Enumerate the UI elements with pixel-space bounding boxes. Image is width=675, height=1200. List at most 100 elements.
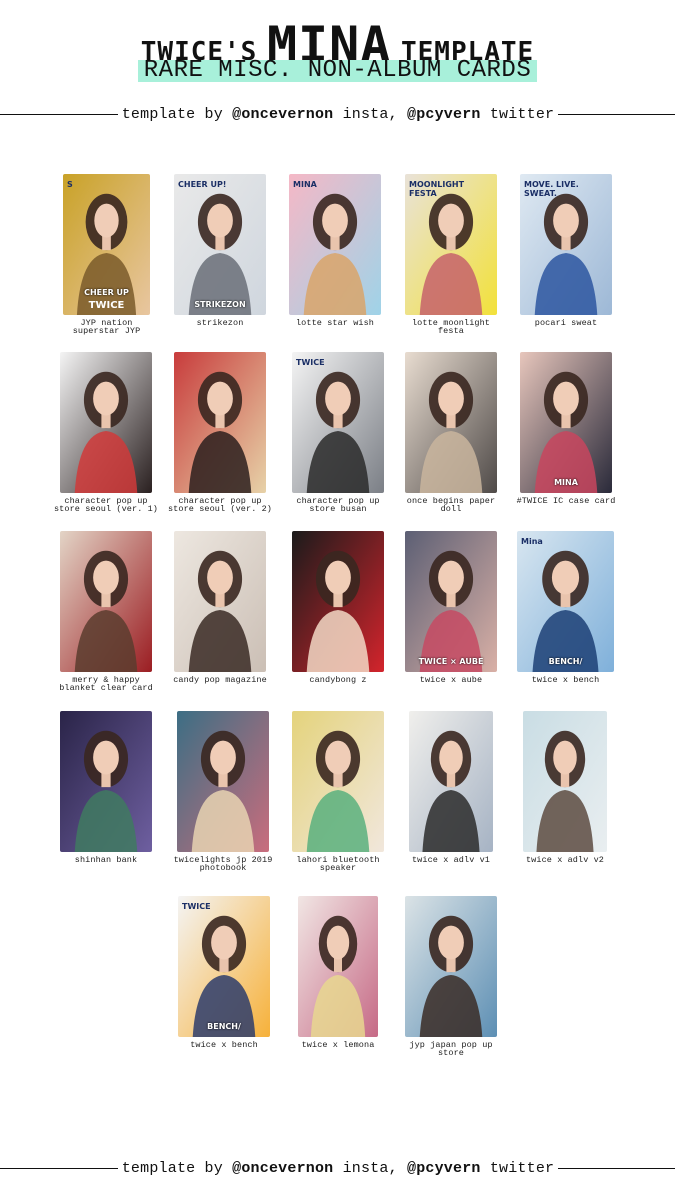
credit-line-bottom: template by @oncevernon insta, @pcyvern … <box>0 1159 675 1179</box>
credit-line-top: template by @oncevernon insta, @pcyvern … <box>0 105 675 125</box>
photocard-print-bottom: CHEER UP <box>84 288 129 297</box>
photocard: MOONLIGHT FESTA lotte moonlight festa <box>405 174 497 339</box>
photocard-caption: twice x bench <box>190 1040 258 1050</box>
photocard-caption: twice x adlv v2 <box>525 855 604 865</box>
photocard-image <box>292 531 384 672</box>
credit-handle-insta[interactable]: @oncevernon <box>232 1160 333 1177</box>
photocard: S CHEER UP TWICE JYP nation superstar JYP <box>63 174 150 339</box>
photocard-caption: shinhan bank <box>74 855 138 865</box>
photocard-image <box>60 352 152 493</box>
photocard-image: MOVE. LIVE. SWEAT. <box>520 174 612 315</box>
photocard: twicelights jp 2019 photobook <box>174 711 272 876</box>
subtitle-highlight: RARE MISC. NON-ALBUM CARDS <box>137 59 538 83</box>
credit-lead: template by <box>121 1160 233 1177</box>
photocard-print-top: Mina <box>521 537 543 546</box>
photocard-print-bottom: MINA <box>554 478 578 487</box>
credit-handle-twitter[interactable]: @pcyvern <box>407 106 481 123</box>
photocard: character pop up store seoul (ver. 2) <box>168 352 272 517</box>
photocard: once begins paper doll <box>405 352 497 517</box>
photocard-caption: #TWICE IC case card <box>516 496 616 506</box>
credit-tail: twitter <box>480 106 555 123</box>
photocard-image: TWICE <box>292 352 384 493</box>
photocard: TWICE × AUBE twice x aube <box>405 531 497 696</box>
photocard-caption: pocari sweat <box>534 318 598 328</box>
photocard-print-top: MOONLIGHT FESTA <box>409 180 465 198</box>
photocard-image: MOONLIGHT FESTA <box>405 174 497 315</box>
photocard-caption: merry & happy blanket clear card <box>59 675 153 693</box>
photocard: jyp japan pop up store <box>405 896 497 1061</box>
photocard-caption: candy pop magazine <box>173 675 267 685</box>
credit-handle-twitter[interactable]: @pcyvern <box>407 1160 481 1177</box>
photocard-caption: jyp japan pop up store <box>409 1040 493 1058</box>
photocard-caption: lotte moonlight festa <box>411 318 490 336</box>
photocard-caption: lahori bluetooth speaker <box>296 855 380 873</box>
photocard: MINA #TWICE IC case card <box>517 352 615 517</box>
photocard-caption: lotte star wish <box>295 318 374 328</box>
divider-right <box>558 1168 675 1169</box>
credit-text: template by @oncevernon insta, @pcyvern … <box>118 1159 558 1179</box>
photocard-caption: twice x lemona <box>301 1040 375 1050</box>
photocard: Mina BENCH/twice x bench <box>517 531 614 696</box>
photocard-image <box>174 352 266 493</box>
photocard-print-logo: TWICE <box>88 300 125 311</box>
photocard-image: MINA <box>289 174 381 315</box>
photocard: lahori bluetooth speaker <box>292 711 384 876</box>
photocard: MOVE. LIVE. SWEAT. pocari sweat <box>520 174 612 339</box>
photocard-image <box>60 531 152 672</box>
photocard: merry & happy blanket clear card <box>59 531 153 696</box>
photocard-image <box>174 531 266 672</box>
photocard: candy pop magazine <box>173 531 267 696</box>
photocard-caption: twice x bench <box>531 675 600 685</box>
photocard-caption: strikezon <box>196 318 244 328</box>
photocard-caption: candybong z <box>309 675 367 685</box>
photocard-caption: character pop up store seoul (ver. 1) <box>53 496 159 514</box>
photocard-caption: twice x aube <box>419 675 483 685</box>
photocard: twice x adlv v1 <box>409 711 493 876</box>
divider-left <box>0 114 118 115</box>
photocard-print-top: TWICE <box>182 902 211 911</box>
credit-mid: insta, <box>333 106 407 123</box>
photocard: twice x lemona <box>298 896 378 1061</box>
photocard-print-top: TWICE <box>296 358 325 367</box>
photocard-image <box>60 711 152 852</box>
photocard-image <box>298 896 378 1037</box>
photocard-caption: once begins paper doll <box>406 496 496 514</box>
photocard-image <box>292 711 384 852</box>
photocard-print-bottom: BENCH/ <box>548 657 583 666</box>
photocard-print-bottom: BENCH/ <box>207 1022 241 1031</box>
photocard-print-bottom: TWICE × AUBE <box>418 657 484 666</box>
photocard-image <box>177 711 269 852</box>
photocard-caption: character pop up store seoul (ver. 2) <box>167 496 273 514</box>
photocard-image: S CHEER UP TWICE <box>63 174 150 315</box>
photocard: CHEER UP! STRIKEZON strikezon <box>174 174 266 339</box>
photocard-print-bottom: STRIKEZON <box>194 300 246 309</box>
credit-lead: template by <box>121 106 233 123</box>
photocard-caption: JYP nation superstar JYP <box>72 318 141 336</box>
credit-handle-insta[interactable]: @oncevernon <box>232 106 333 123</box>
divider-left <box>0 1168 118 1169</box>
photocard-caption: twicelights jp 2019 photobook <box>173 855 273 873</box>
photocard-caption: twice x adlv v1 <box>411 855 490 865</box>
photocard: candybong z <box>292 531 384 696</box>
photocard-image: CHEER UP! STRIKEZON <box>174 174 266 315</box>
photocard-image: TWICE × AUBE <box>405 531 497 672</box>
photocard-image <box>523 711 607 852</box>
photocard-print-top: MINA <box>293 180 317 189</box>
photocard-image <box>409 711 493 852</box>
credit-mid: insta, <box>333 1160 407 1177</box>
photocard: shinhan bank <box>60 711 152 876</box>
photocard: twice x adlv v2 <box>523 711 607 876</box>
photocard-print-top: MOVE. LIVE. SWEAT. <box>524 180 579 198</box>
credit-text: template by @oncevernon insta, @pcyvern … <box>118 105 558 125</box>
photocard-caption: character pop up store busan <box>296 496 380 514</box>
photocard: TWICE character pop up store busan <box>292 352 384 517</box>
photocard-image <box>405 352 497 493</box>
photocard-image: Mina BENCH/ <box>517 531 614 672</box>
photocard: TWICE BENCH/twice x bench <box>178 896 270 1061</box>
divider-right <box>558 114 675 115</box>
photocard-print-top: CHEER UP! <box>178 180 227 189</box>
subtitle-wrap: RARE MISC. NON-ALBUM CARDS <box>0 59 675 83</box>
photocard-print-top: S <box>67 180 73 189</box>
photocard: character pop up store seoul (ver. 1) <box>54 352 158 517</box>
photocard-image <box>405 896 497 1037</box>
